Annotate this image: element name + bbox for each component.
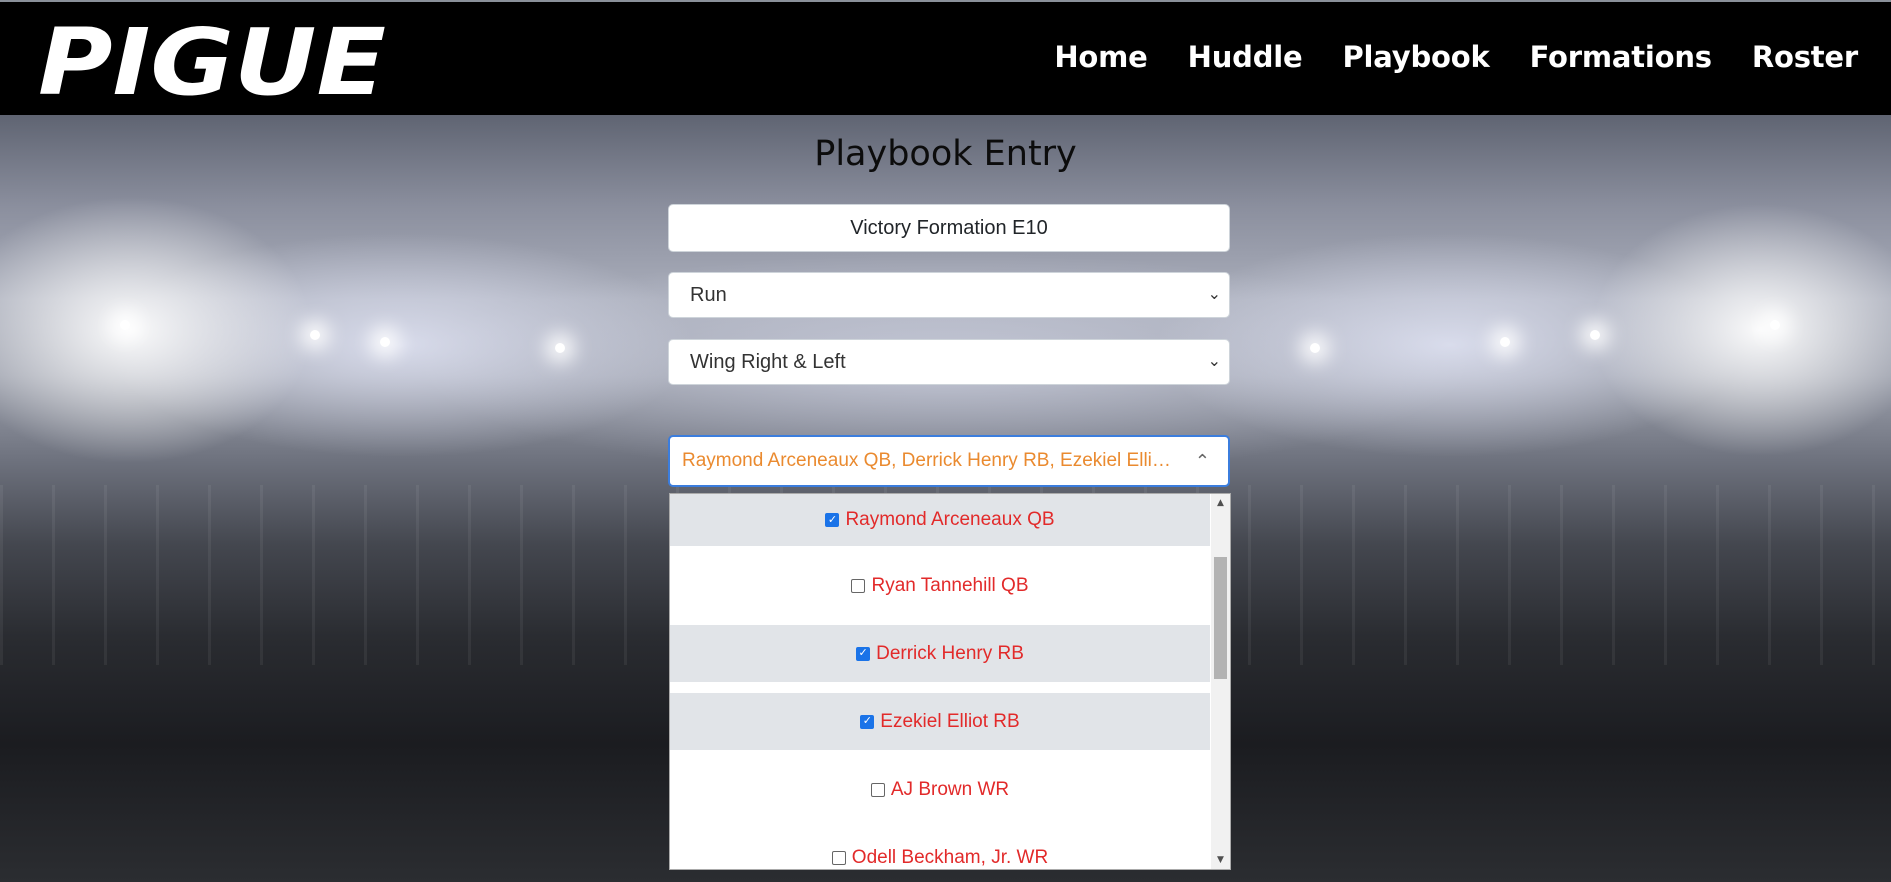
scroll-up-icon[interactable]: ▲ — [1211, 498, 1230, 508]
stadium-light — [310, 330, 320, 340]
chevron-down-icon: ⌄ — [1207, 353, 1221, 370]
nav-links: Home Huddle Playbook Formations Roster — [1054, 40, 1858, 74]
nav-huddle[interactable]: Huddle — [1188, 40, 1303, 74]
player-option[interactable]: Odell Beckham, Jr. WR — [670, 829, 1210, 869]
formation-value: Wing Right & Left — [690, 351, 846, 373]
chevron-down-icon: ⌄ — [1207, 286, 1221, 303]
checkbox-checked[interactable]: ✓ — [860, 714, 875, 729]
checkbox-unchecked[interactable] — [831, 850, 846, 865]
checkbox-unchecked[interactable] — [870, 782, 885, 797]
player-option-label: Odell Beckham, Jr. WR — [851, 846, 1049, 868]
player-option-label: Derrick Henry RB — [876, 642, 1024, 664]
nav-roster[interactable]: Roster — [1752, 40, 1858, 74]
stadium-light — [1590, 330, 1600, 340]
player-option-label: Ezekiel Elliot RB — [880, 710, 1020, 732]
player-option[interactable]: AJ Brown WR — [670, 761, 1210, 818]
scroll-down-icon[interactable]: ▼ — [1211, 855, 1230, 865]
players-summary: Raymond Arceneaux QB, Derrick Henry RB, … — [682, 450, 1172, 471]
stadium-light — [1310, 343, 1320, 353]
stadium-light — [380, 337, 390, 347]
logo-text: PIGUE — [38, 16, 386, 106]
player-option-label: AJ Brown WR — [890, 778, 1010, 800]
player-option[interactable]: Ryan Tannehill QB — [670, 557, 1210, 614]
play-type-select[interactable]: Run ⌄ — [668, 272, 1230, 318]
chevron-up-icon[interactable]: ⌃ — [1195, 437, 1210, 485]
navbar: PIGUE Home Huddle Playbook Formations Ro… — [0, 2, 1891, 115]
player-option-label: Ryan Tannehill QB — [871, 574, 1029, 596]
player-option[interactable]: ✓ Raymond Arceneaux QB — [670, 494, 1210, 546]
formation-select[interactable]: Wing Right & Left ⌄ — [668, 339, 1230, 385]
checkbox-checked[interactable]: ✓ — [856, 646, 871, 661]
nav-playbook[interactable]: Playbook — [1342, 40, 1489, 74]
page-title: Playbook Entry — [814, 134, 1077, 174]
players-dropdown: ✓ Raymond Arceneaux QB Ryan Tannehill QB… — [669, 493, 1231, 870]
players-multiselect[interactable]: Raymond Arceneaux QB, Derrick Henry RB, … — [668, 435, 1230, 487]
stadium-light — [1500, 337, 1510, 347]
play-type-value: Run — [690, 284, 727, 306]
stadium-light — [1770, 320, 1780, 330]
player-option[interactable]: ✓ Ezekiel Elliot RB — [670, 693, 1210, 750]
nav-home[interactable]: Home — [1054, 40, 1147, 74]
nav-formations[interactable]: Formations — [1530, 40, 1712, 74]
player-option[interactable]: ✓ Derrick Henry RB — [670, 625, 1210, 682]
scrollbar-thumb[interactable] — [1214, 557, 1227, 679]
player-option-label: Raymond Arceneaux QB — [845, 509, 1055, 530]
stadium-background: Playbook Entry Victory Formation E10 Run… — [0, 115, 1891, 882]
checkbox-unchecked[interactable] — [851, 578, 866, 593]
stadium-light — [120, 320, 130, 330]
play-name-input[interactable]: Victory Formation E10 — [668, 204, 1230, 252]
pigue-logo[interactable]: PIGUE — [36, 16, 390, 106]
dropdown-scrollbar[interactable]: ▲ ▼ — [1211, 494, 1230, 869]
checkbox-checked[interactable]: ✓ — [825, 513, 840, 527]
stadium-light — [555, 343, 565, 353]
